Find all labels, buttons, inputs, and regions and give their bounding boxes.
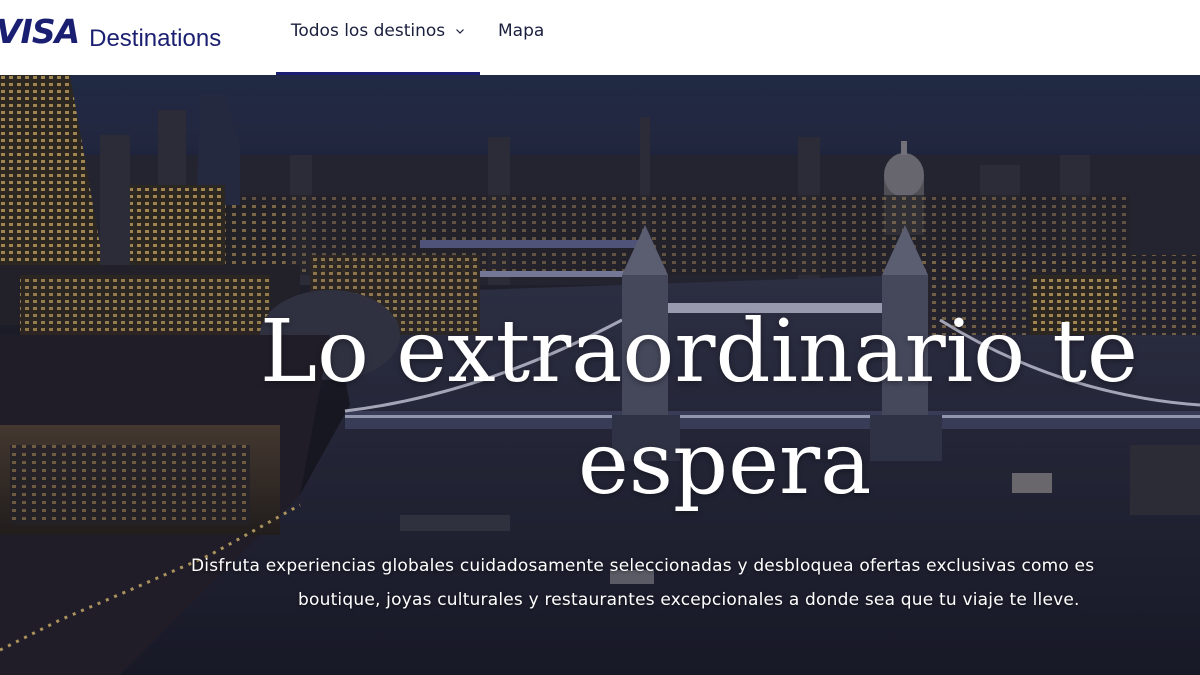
hero-title-line-1: Lo extraordinario te <box>260 302 1138 402</box>
nav-all-destinations[interactable]: Todos los destinos <box>276 0 480 75</box>
hero-banner: Lo extraordinario te espera Disfruta exp… <box>0 75 1200 675</box>
hero-title: Lo extraordinario te espera <box>0 301 1200 541</box>
chevron-down-icon <box>456 28 465 34</box>
nav-map[interactable]: Mapa <box>498 0 544 75</box>
hero-description-line-1: Disfruta experiencias globales cuidadosa… <box>191 556 1095 576</box>
visa-logo[interactable]: VISA <box>0 10 80 54</box>
hero-description-line-2: boutique, joyas culturales y restaurante… <box>298 590 1080 610</box>
brand-name[interactable]: Destinations <box>89 17 221 61</box>
hero-title-line-2: espera <box>578 414 872 514</box>
nav-all-destinations-label: Todos los destinos <box>290 20 446 41</box>
brand[interactable]: VISA Destinations <box>0 10 221 54</box>
nav-map-label: Mapa <box>498 20 545 41</box>
top-navigation-bar: VISA Destinations Todos los destinos Map… <box>0 0 1200 75</box>
